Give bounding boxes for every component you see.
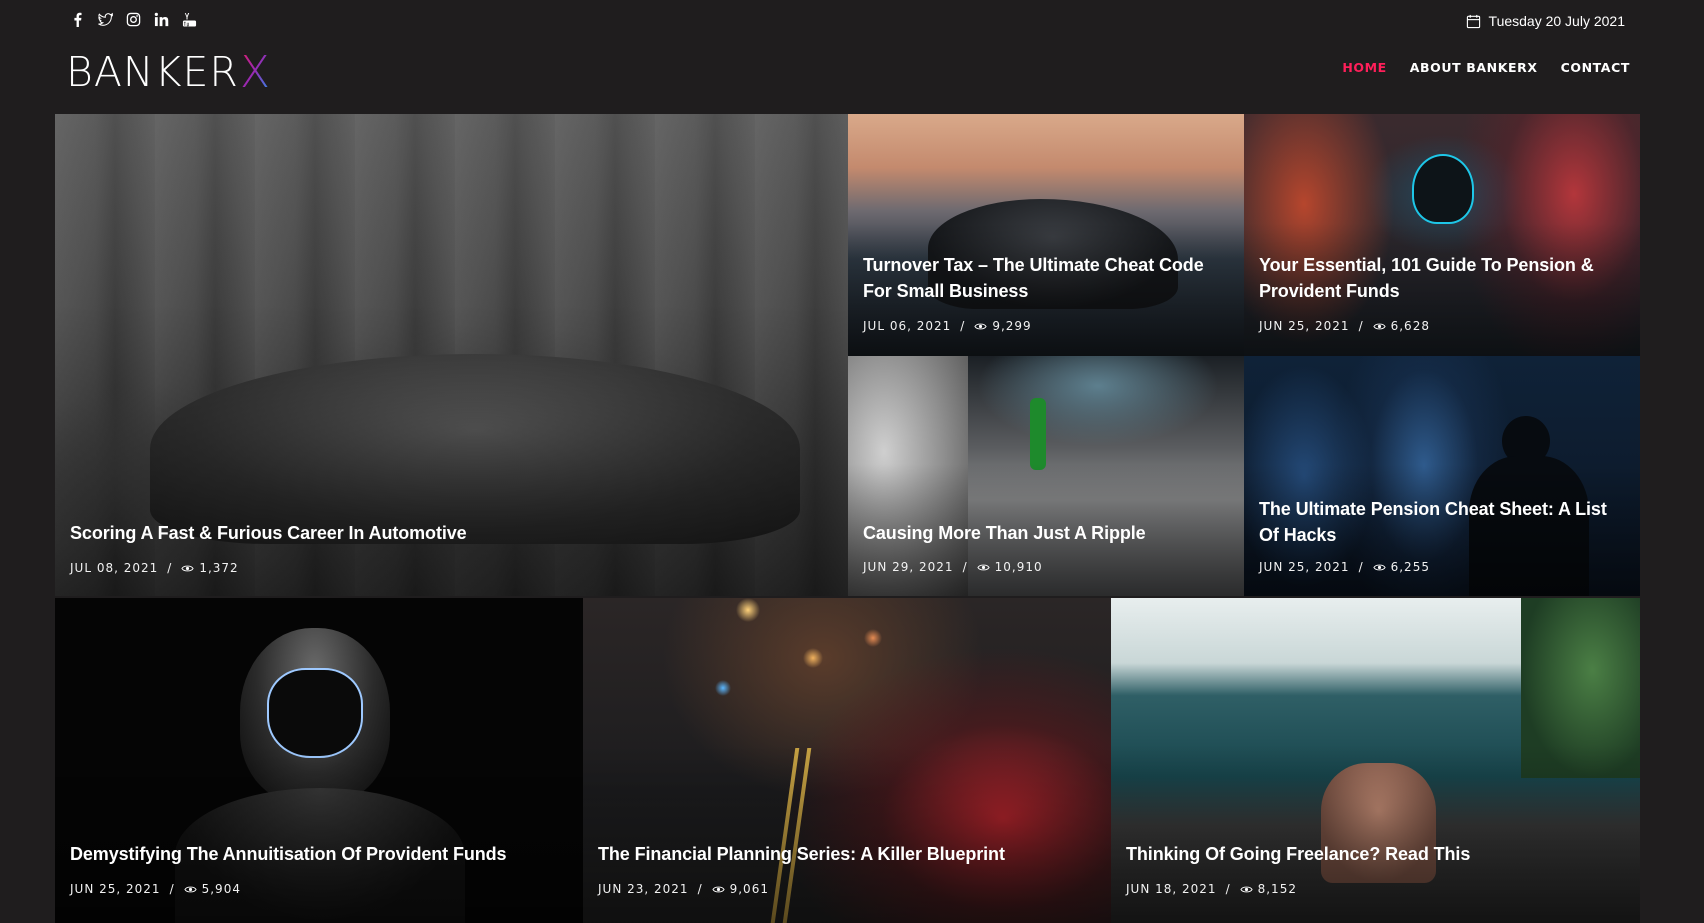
eye-icon [977,564,990,570]
eye-icon [1373,564,1386,570]
view-count: 6,255 [1390,560,1430,574]
view-count: 5,904 [201,882,241,896]
meta-separator: / [962,560,968,574]
article-title[interactable]: The Ultimate Pension Cheat Sheet: A List… [1259,496,1625,548]
nav-contact[interactable]: CONTACT [1561,60,1630,75]
article-card-automotive[interactable]: Scoring A Fast & Furious Career In Autom… [55,114,848,596]
article-title[interactable]: Demystifying The Annuitisation Of Provid… [70,841,568,867]
article-card-annuitisation[interactable]: Demystifying The Annuitisation Of Provid… [55,598,583,923]
meta-separator: / [167,561,173,575]
meta-separator: / [697,882,703,896]
article-card-financial-planning[interactable]: The Financial Planning Series: A Killer … [583,598,1111,923]
article-date: JUN 23, 2021 [598,882,689,896]
article-title[interactable]: Turnover Tax – The Ultimate Cheat Code F… [863,252,1229,304]
article-title[interactable]: Thinking Of Going Freelance? Read This [1126,841,1625,867]
view-count: 6,628 [1390,319,1430,333]
main-nav: HOME ABOUT BANKERX CONTACT [1342,60,1630,75]
view-count: 10,910 [994,560,1043,574]
linkedin-icon[interactable] [154,12,170,28]
logo-word: BANKER [66,48,239,96]
nav-home[interactable]: HOME [1342,60,1386,75]
article-views: 10,910 [977,560,1043,574]
article-title[interactable]: Causing More Than Just A Ripple [863,520,1229,546]
twitter-icon[interactable] [98,12,114,28]
meta-separator: / [960,319,966,333]
article-title[interactable]: Your Essential, 101 Guide To Pension & P… [1259,252,1625,304]
article-views: 8,152 [1240,882,1297,896]
article-date: JUN 29, 2021 [863,560,954,574]
article-card-pension-guide[interactable]: Your Essential, 101 Guide To Pension & P… [1244,114,1640,356]
calendar-icon [1466,14,1480,28]
article-meta: JUN 25, 2021 / 6,255 [1259,560,1430,574]
view-count: 8,152 [1257,882,1297,896]
article-title[interactable]: The Financial Planning Series: A Killer … [598,841,1096,867]
eye-icon [184,886,197,892]
article-date: JUL 06, 2021 [863,319,952,333]
view-count: 1,372 [199,561,239,575]
article-meta: JUN 25, 2021 / 5,904 [70,882,241,896]
meta-separator: / [1358,319,1364,333]
meta-separator: / [169,882,175,896]
article-views: 5,904 [184,882,241,896]
article-title[interactable]: Scoring A Fast & Furious Career In Autom… [70,520,833,546]
meta-separator: / [1358,560,1364,574]
current-date: Tuesday 20 July 2021 [1466,13,1625,29]
site-logo[interactable]: BANKER X [66,46,270,98]
article-meta: JUL 06, 2021 / 9,299 [863,319,1032,333]
article-views: 9,061 [712,882,769,896]
top-bar: Tuesday 20 July 2021 [0,0,1704,42]
view-count: 9,299 [992,319,1032,333]
eye-icon [1373,323,1386,329]
article-meta: JUN 29, 2021 / 10,910 [863,560,1043,574]
article-card-turnover-tax[interactable]: Turnover Tax – The Ultimate Cheat Code F… [848,114,1244,356]
view-count: 9,061 [729,882,769,896]
article-date: JUN 25, 2021 [70,882,161,896]
article-meta: JUN 23, 2021 / 9,061 [598,882,769,896]
nav-about[interactable]: ABOUT BANKERX [1410,60,1538,75]
social-links [70,12,198,28]
article-date: JUN 25, 2021 [1259,319,1350,333]
article-date: JUN 18, 2021 [1126,882,1217,896]
article-date: JUN 25, 2021 [1259,560,1350,574]
eye-icon [181,565,194,571]
article-meta: JUN 18, 2021 / 8,152 [1126,882,1297,896]
article-views: 6,628 [1373,319,1430,333]
article-card-pension-cheat-sheet[interactable]: The Ultimate Pension Cheat Sheet: A List… [1244,356,1640,596]
article-meta: JUL 08, 2021 / 1,372 [70,561,239,575]
facebook-icon[interactable] [70,12,86,28]
article-meta: JUN 25, 2021 / 6,628 [1259,319,1430,333]
article-views: 1,372 [181,561,238,575]
eye-icon [712,886,725,892]
logo-accent: X [239,46,270,98]
article-card-ripple[interactable]: Causing More Than Just A Ripple JUN 29, … [848,356,1244,596]
article-card-freelance[interactable]: Thinking Of Going Freelance? Read This J… [1111,598,1640,923]
youtube-icon[interactable] [182,12,198,28]
article-views: 9,299 [974,319,1031,333]
article-views: 6,255 [1373,560,1430,574]
meta-separator: / [1225,882,1231,896]
article-date: JUL 08, 2021 [70,561,159,575]
eye-icon [974,323,987,329]
eye-icon [1240,886,1253,892]
date-text: Tuesday 20 July 2021 [1488,13,1625,29]
instagram-icon[interactable] [126,12,142,28]
